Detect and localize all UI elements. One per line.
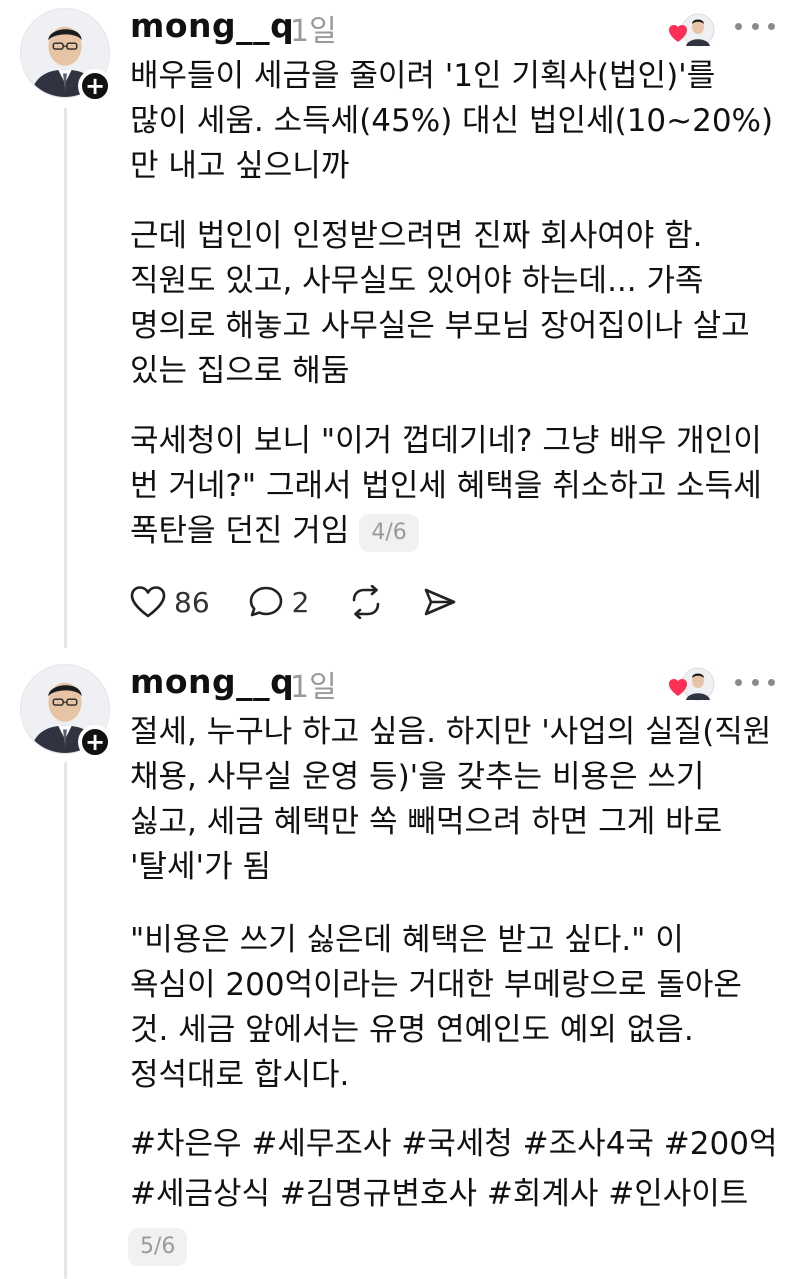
more-options-button[interactable] [735,672,775,692]
post-paragraph: 배우들이 세금을 줄이려 '1인 기획사(법인)'를 많이 세움. 소득세(45… [130,58,774,184]
plus-icon: + [84,72,106,100]
comment-button[interactable]: 2 [248,585,310,619]
username[interactable]: mong__q [130,6,294,45]
send-icon [425,588,456,616]
post-time: 1일 [290,670,337,705]
post-time: 1일 [290,14,337,49]
username[interactable]: mong__q [130,662,294,701]
repost-button[interactable] [347,585,385,619]
more-options-button[interactable] [735,16,775,36]
comment-bubble-icon [249,586,282,617]
thread-line [64,762,67,1279]
post-paragraph: 근데 법인이 인정받으려면 진짜 회사여야 함. 직원도 있고, 사무실도 있어… [130,218,750,389]
heart-icon [130,586,166,618]
follow-button[interactable]: + [78,69,112,103]
liked-by-indicator[interactable] [668,12,718,48]
like-count: 86 [174,585,210,619]
hashtag-line: #세금상식 #김명규변호사 #회계사 #인사이트 [130,1176,749,1212]
post-paragraph: 절세, 누구나 하고 싶음. 하지만 '사업의 실질(직원 채용, 사무실 운영… [130,714,772,885]
share-button[interactable] [423,585,457,619]
thread-line [64,108,67,648]
repost-icon [353,585,380,619]
post-paragraph: 국세청이 보니 "이거 껍데기네? 그냥 배우 개인이 번 거네?" 그래서 법… [130,419,778,554]
page-indicator: 5/6 [128,1228,188,1266]
comment-count: 2 [291,585,310,619]
liked-by-avatar-icon [669,667,715,701]
liked-by-indicator[interactable] [668,666,718,702]
post-paragraph: "비용은 쓰기 싫은데 혜택은 받고 싶다." 이 욕심이 200억이라는 거대… [130,922,742,1093]
post-paragraph-text: 국세청이 보니 "이거 껍데기네? 그냥 배우 개인이 번 거네?" 그래서 법… [130,423,762,549]
post-actions: 86 2 [130,580,495,624]
liked-by-avatar-icon [669,13,715,47]
like-button[interactable]: 86 [130,585,210,619]
hashtag-line: #차은우 #세무조사 #국세청 #조사4국 #200억 [130,1126,778,1162]
follow-button[interactable]: + [78,725,112,759]
heart-icon [669,25,687,42]
heart-icon [669,679,687,696]
page-indicator: 4/6 [359,513,419,552]
plus-icon: + [84,728,106,756]
